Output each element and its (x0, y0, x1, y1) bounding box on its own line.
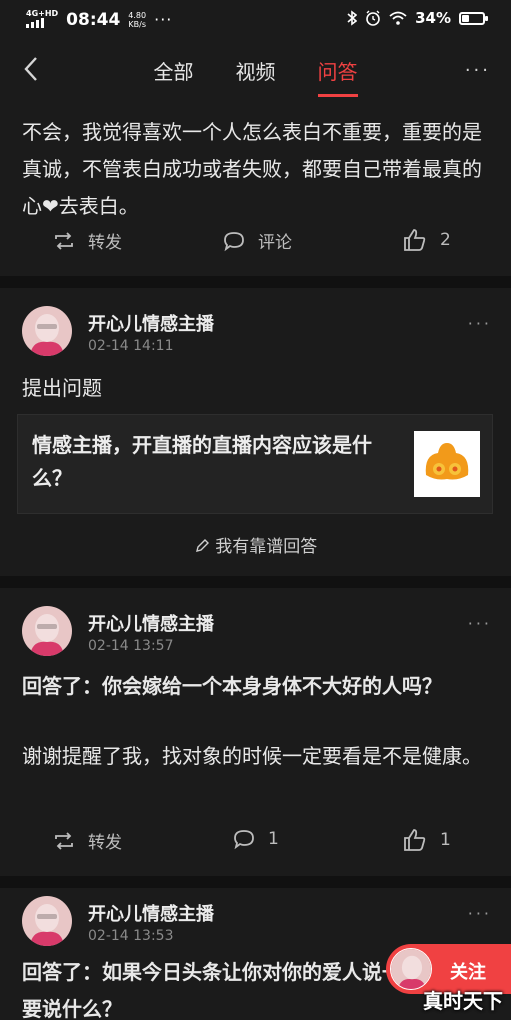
alarm-icon (366, 10, 380, 26)
author-name[interactable]: 开心儿情感主播 (88, 310, 214, 336)
comment-button[interactable]: 1 (232, 828, 279, 850)
like-count: 2 (440, 230, 451, 250)
post-text: 不会，我觉得喜欢一个人怎么表白不重要，重要的是真诚，不管表白成功或者失败，都要自… (22, 120, 482, 218)
post-card: 不会，我觉得喜欢一个人怎么表白不重要，重要的是真诚，不管表白成功或者失败，都要自… (0, 100, 511, 276)
tab-qa[interactable]: 问答 (317, 56, 358, 97)
comment-icon (234, 830, 254, 850)
question-thumbnail (414, 431, 480, 497)
signal-indicator: 4G+HD (26, 9, 58, 30)
like-button[interactable]: 1 (402, 828, 451, 852)
author-name[interactable]: 开心儿情感主播 (88, 610, 214, 636)
avatar[interactable] (22, 306, 72, 356)
tab-bar: 全部 视频 问答 (0, 56, 511, 97)
speed-unit: KB/s (128, 19, 146, 29)
top-navigation: 全部 视频 问答 ··· (0, 38, 511, 100)
battery-icon (459, 11, 488, 25)
post-header: 开心儿情感主播 02-14 14:11 ··· (22, 306, 492, 366)
post-action-text: 提出问题 (22, 376, 102, 400)
more-options-icon[interactable]: ··· (465, 60, 491, 81)
post-time: 02-14 13:57 (88, 638, 174, 654)
answer-title[interactable]: 回答了：你会嫁给一个本身身体不大好的人吗？ (22, 668, 491, 705)
comment-icon (224, 231, 244, 251)
author-name[interactable]: 开心儿情感主播 (88, 900, 214, 926)
post-time: 02-14 14:11 (88, 338, 174, 354)
post-actions: 转发 评论 2 (0, 228, 511, 258)
comment-button[interactable]: 评论 (222, 228, 292, 253)
network-speed: 4.80 KB/s (128, 11, 146, 29)
bluetooth-icon (347, 10, 358, 26)
avatar (390, 948, 432, 990)
avatar[interactable] (22, 606, 72, 656)
repost-label: 转发 (88, 833, 122, 853)
status-bar: 4G+HD 08:44 4.80 KB/s ··· 34% (0, 0, 511, 38)
post-card: 开心儿情感主播 02-14 14:11 ··· 提出问题 情感主播，开直播的直播… (0, 288, 511, 576)
question-card[interactable]: 情感主播，开直播的直播内容应该是什么？ (17, 414, 493, 514)
post-card: 开心儿情感主播 02-14 13:57 ··· 回答了：你会嫁给一个本身身体不大… (0, 588, 511, 876)
battery-level (462, 14, 469, 22)
tab-video[interactable]: 视频 (236, 56, 276, 85)
like-count: 1 (440, 830, 451, 850)
post-header: 开心儿情感主播 02-14 13:57 ··· (22, 606, 492, 666)
more-options-icon[interactable]: ··· (468, 614, 492, 633)
thumbs-up-icon (404, 229, 426, 251)
signal-bars-icon (26, 18, 44, 28)
question-text: 情感主播，开直播的直播内容应该是什么？ (32, 433, 372, 490)
post-time: 02-14 13:53 (88, 928, 174, 944)
card-divider (0, 276, 511, 288)
more-options-icon[interactable]: ··· (468, 904, 492, 923)
thumbs-up-icon (404, 829, 426, 851)
repost-label: 转发 (88, 233, 122, 253)
card-divider (0, 876, 511, 888)
follow-label: 关注 (450, 962, 486, 983)
answer-question-button[interactable]: 我有靠谱回答 (0, 532, 511, 557)
notification-dots: ··· (154, 10, 173, 29)
answer-text: 谢谢提醒了我，找对象的时候一定要看是不是健康。 (22, 744, 482, 768)
avatar[interactable] (22, 896, 72, 946)
more-options-icon[interactable]: ··· (468, 314, 492, 333)
speed-value: 4.80 (128, 10, 147, 20)
pencil-icon (195, 539, 209, 552)
comment-count: 1 (268, 829, 279, 849)
post-actions: 转发 1 1 (0, 828, 511, 858)
repost-button[interactable]: 转发 (52, 228, 122, 253)
tab-all[interactable]: 全部 (154, 56, 194, 85)
repost-icon (55, 231, 73, 250)
card-divider (0, 576, 511, 588)
like-button[interactable]: 2 (402, 228, 451, 252)
repost-icon (55, 831, 73, 850)
signal-label: 4G+HD (26, 9, 59, 18)
clock: 08:44 (66, 9, 121, 30)
repost-button[interactable]: 转发 (52, 828, 122, 853)
battery-percent: 34% (415, 9, 451, 27)
answer-link-label: 我有靠谱回答 (215, 537, 318, 557)
watermark: 真时天下 (423, 989, 503, 1013)
comment-label: 评论 (258, 233, 292, 253)
wifi-icon (389, 11, 407, 25)
